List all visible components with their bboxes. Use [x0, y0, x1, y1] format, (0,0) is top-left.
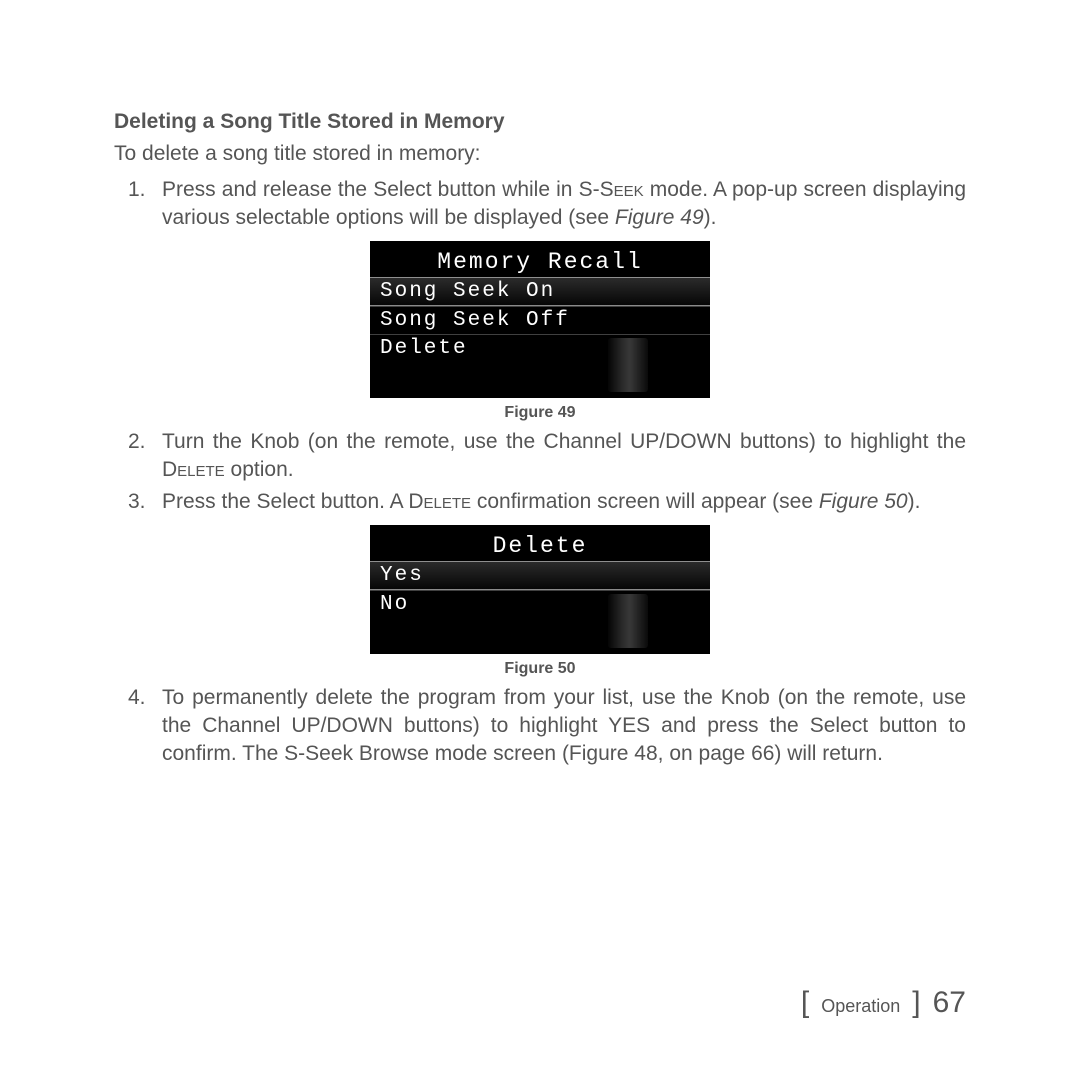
step-4: 4.To permanently delete the program from…: [162, 684, 966, 769]
device-screen: Memory Recall Song Seek On Song Seek Off…: [370, 241, 710, 398]
device-screen: Delete Yes No: [370, 525, 710, 654]
smallcaps-text: elete: [424, 490, 472, 513]
figure-49: Memory Recall Song Seek On Song Seek Off…: [114, 241, 966, 422]
section-name: Operation: [821, 996, 900, 1017]
figure-reference: Figure 50: [819, 490, 908, 513]
figure-caption: Figure 49: [114, 404, 966, 422]
step-list: 2. Turn the Knob (on the remote, use the…: [114, 428, 966, 517]
menu-option: Song Seek On: [370, 277, 710, 306]
menu-option: Delete: [370, 334, 710, 362]
step-list: 4.To permanently delete the program from…: [114, 684, 966, 769]
figure-caption: Figure 50: [114, 660, 966, 678]
step-2: 2. Turn the Knob (on the remote, use the…: [162, 428, 966, 485]
section-heading: Deleting a Song Title Stored in Memory: [114, 110, 966, 134]
step-text: ).: [704, 206, 717, 229]
menu-option: No: [370, 590, 710, 618]
screen-glare: [608, 594, 648, 648]
menu-option: Yes: [370, 561, 710, 590]
bracket-right: ]: [912, 986, 920, 1020]
step-3: 3. Press the Select button. A Delete con…: [162, 488, 966, 516]
smallcaps-text: eek: [614, 178, 644, 201]
menu-option: Song Seek Off: [370, 306, 710, 334]
step-text: option.: [225, 458, 294, 481]
page-number: 67: [933, 986, 966, 1020]
step-1: 1. Press and release the Select button w…: [162, 176, 966, 233]
screen-title: Delete: [370, 529, 710, 561]
smallcaps-text: elete: [177, 458, 225, 481]
screen-glare: [608, 338, 648, 392]
page-footer: [ Operation ] 67: [801, 986, 966, 1020]
step-text: Press the Select button. A D: [162, 490, 424, 513]
intro-text: To delete a song title stored in memory:: [114, 142, 966, 166]
step-text: To permanently delete the program from y…: [162, 686, 966, 766]
step-list: 1. Press and release the Select button w…: [114, 176, 966, 233]
figure-reference: Figure 49: [615, 206, 704, 229]
screen-title: Memory Recall: [370, 245, 710, 277]
figure-50: Delete Yes No Figure 50: [114, 525, 966, 678]
step-text: Press and release the Select button whil…: [162, 178, 614, 201]
bracket-left: [: [801, 986, 809, 1020]
step-text: ).: [908, 490, 921, 513]
step-text: confirmation screen will appear (see: [471, 490, 819, 513]
